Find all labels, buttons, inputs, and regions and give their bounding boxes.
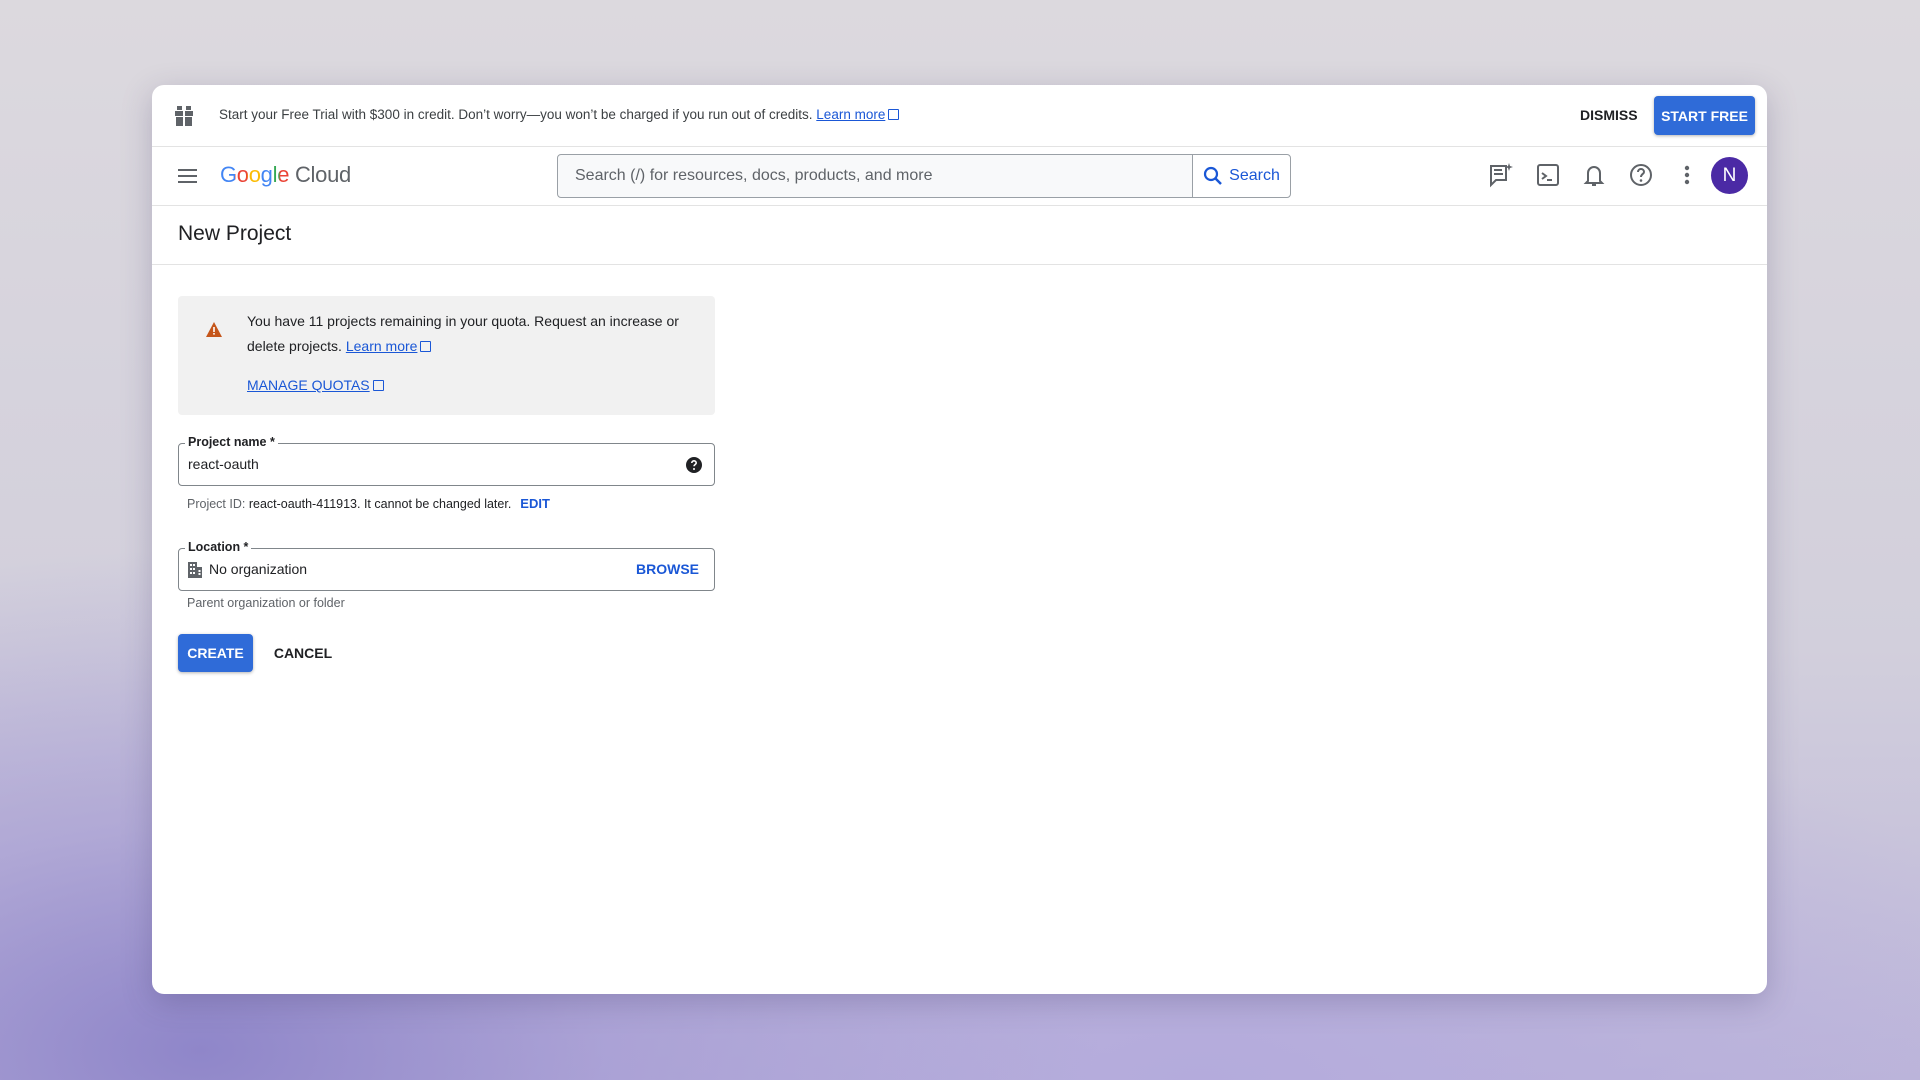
google-cloud-logo[interactable]: Google Cloud (220, 162, 351, 188)
avatar[interactable]: N (1711, 157, 1748, 194)
free-trial-banner: Start your Free Trial with $300 in credi… (152, 85, 1767, 147)
banner-text: Start your Free Trial with $300 in credi… (219, 107, 899, 122)
location-value: No organization (209, 561, 307, 577)
project-id-helper: Project ID: react-oauth-411913. It canno… (187, 496, 550, 511)
logo-cloud: Cloud (295, 162, 351, 187)
quota-learn-more-link[interactable]: Learn more (346, 338, 418, 354)
gemini-chat-icon[interactable] (1488, 162, 1514, 188)
learn-more-label: Learn more (816, 107, 885, 122)
notifications-bell-icon[interactable] (1581, 162, 1607, 188)
start-free-button[interactable]: START FREE (1654, 96, 1755, 135)
search-input[interactable]: Search (/) for resources, docs, products… (557, 154, 1291, 198)
top-header: Google Cloud Search (/) for resources, d… (152, 147, 1767, 206)
project-name-value[interactable]: react-oauth (188, 456, 259, 472)
page-title-bar: New Project (152, 206, 1767, 265)
search-button-label: Search (1229, 167, 1280, 185)
cloud-shell-icon[interactable] (1535, 162, 1561, 188)
quota-alert: You have 11 projects remaining in your q… (178, 296, 715, 415)
browse-button[interactable]: BROWSE (636, 561, 699, 577)
external-link-icon (420, 341, 431, 352)
more-options-icon[interactable] (1674, 162, 1700, 188)
project-name-label: Project name * (185, 435, 278, 449)
help-icon[interactable] (1628, 162, 1654, 188)
dismiss-button[interactable]: DISMISS (1580, 107, 1638, 123)
location-helper: Parent organization or folder (187, 596, 345, 610)
location-label: Location * (185, 540, 251, 554)
external-link-icon (888, 109, 899, 120)
organization-building-icon (188, 562, 202, 578)
cancel-button[interactable]: CANCEL (267, 634, 339, 672)
search-placeholder: Search (/) for resources, docs, products… (575, 167, 932, 185)
project-name-field[interactable]: Project name * react-oauth (178, 443, 715, 486)
page-title: New Project (178, 222, 291, 246)
menu-icon[interactable] (178, 169, 197, 183)
project-id-value: react-oauth-411913 (249, 497, 357, 511)
quota-message: You have 11 projects remaining in your q… (247, 313, 679, 354)
help-filled-icon[interactable] (686, 457, 702, 473)
project-id-suffix: . It cannot be changed later. (357, 497, 511, 511)
external-link-icon (373, 380, 384, 391)
edit-project-id-button[interactable]: EDIT (520, 496, 550, 511)
banner-message: Start your Free Trial with $300 in credi… (219, 107, 813, 122)
search-icon (1203, 166, 1223, 186)
project-id-prefix: Project ID: (187, 497, 249, 511)
location-field[interactable]: Location * No organization BROWSE (178, 548, 715, 591)
quota-alert-text: You have 11 projects remaining in your q… (247, 309, 697, 359)
gift-icon (174, 105, 194, 127)
logo-google: Google (220, 162, 289, 187)
manage-quotas-container: MANAGE QUOTAS (247, 377, 384, 393)
warning-icon (206, 322, 222, 337)
manage-quotas-link[interactable]: MANAGE QUOTAS (247, 377, 370, 393)
browser-window: Start your Free Trial with $300 in credi… (152, 85, 1767, 994)
create-button[interactable]: CREATE (178, 634, 253, 672)
banner-learn-more-link[interactable]: Learn more (816, 107, 885, 122)
search-button[interactable]: Search (1192, 155, 1290, 197)
